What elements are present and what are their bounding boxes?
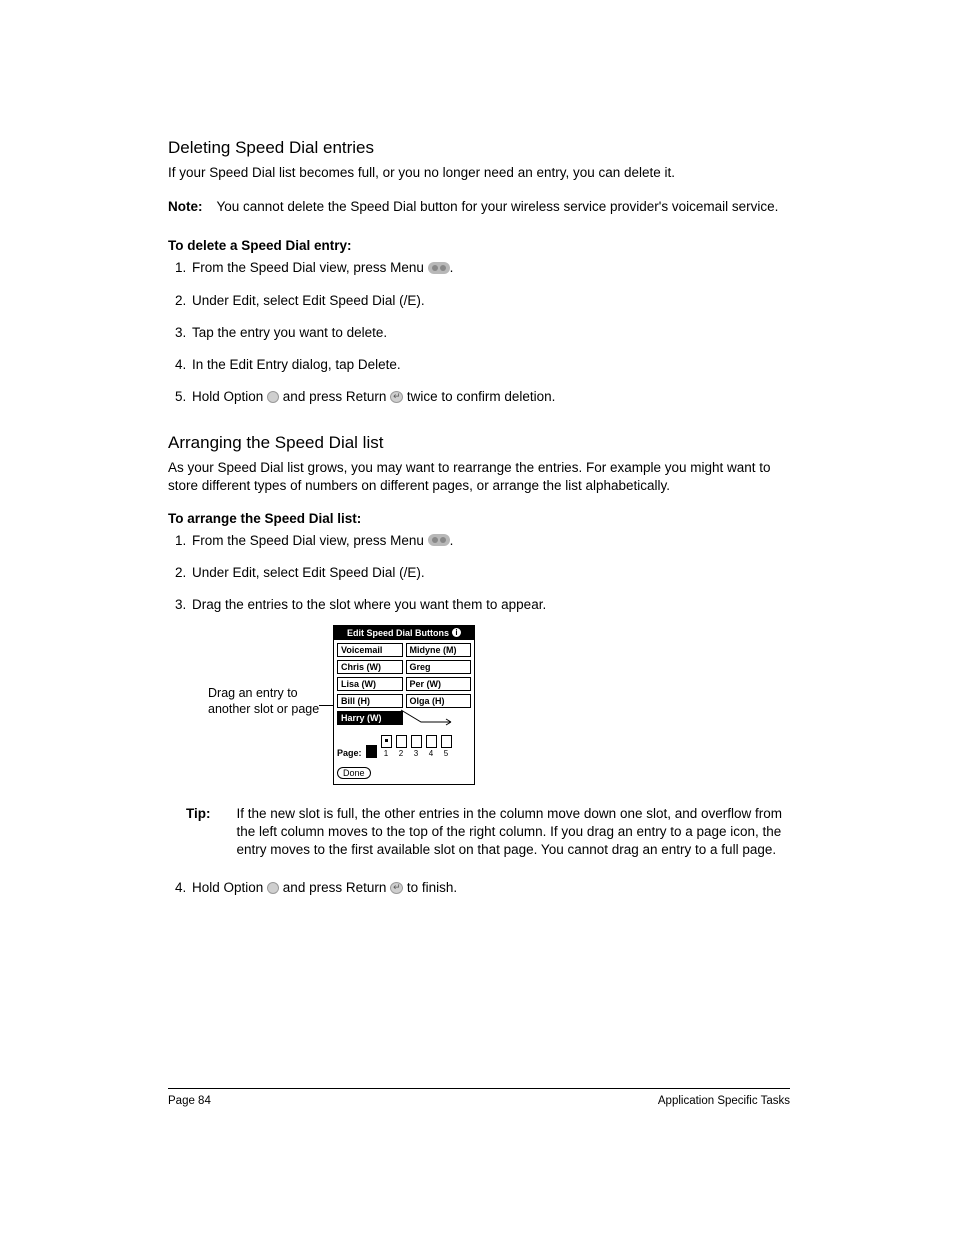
tip-block: Tip: If the new slot is full, the other … <box>186 805 790 860</box>
arr-step-4-text-b: and press Return <box>279 880 390 895</box>
section-title-arranging: Arranging the Speed Dial list <box>168 433 790 453</box>
step-5-text-a: Hold Option <box>192 389 267 404</box>
page-box-3 <box>411 735 422 748</box>
page-footer: Page 84 Application Specific Tasks <box>168 1088 790 1107</box>
menu-icon <box>428 262 450 274</box>
speed-dial-cell: Lisa (W) <box>337 677 403 691</box>
tip-label: Tip: <box>186 805 211 860</box>
arr-step-1-text-b: . <box>450 533 454 548</box>
option-icon <box>267 882 279 894</box>
note-block: Note: You cannot delete the Speed Dial b… <box>168 198 790 216</box>
section-title-deleting: Deleting Speed Dial entries <box>168 138 790 158</box>
page-box-5 <box>441 735 452 748</box>
return-icon <box>390 391 403 403</box>
done-button: Done <box>337 767 371 779</box>
page-box-2 <box>396 735 407 748</box>
arr-step-1-text-a: From the Speed Dial view, press Menu <box>192 533 428 548</box>
steps-delete: From the Speed Dial view, press Menu . U… <box>168 259 790 406</box>
speed-dial-cell: Olga (H) <box>406 694 472 708</box>
step-2: Under Edit, select Edit Speed Dial (/E). <box>190 292 790 310</box>
step-3: Tap the entry you want to delete. <box>190 324 790 342</box>
step-5-text-c: twice to confirm deletion. <box>403 389 555 404</box>
speed-dial-cell: Greg <box>406 660 472 674</box>
menu-icon <box>428 534 450 546</box>
device-screenshot: Edit Speed Dial Buttons i Voicemail Midy… <box>333 625 475 785</box>
step-1: From the Speed Dial view, press Menu . <box>190 259 790 277</box>
page-num: 2 <box>399 749 403 758</box>
page-num: 4 <box>429 749 433 758</box>
device-grid: Voicemail Midyne (M) Chris (W) Greg Lisa… <box>334 640 474 731</box>
page-label: Page: <box>337 748 362 758</box>
arr-step-4-text-a: Hold Option <box>192 880 267 895</box>
figure-callout: Drag an entry to another slot or page <box>208 625 323 718</box>
arr-step-4: Hold Option and press Return to finish. <box>190 879 790 897</box>
subheading-arrange: To arrange the Speed Dial list: <box>168 511 790 526</box>
page-content: Deleting Speed Dial entries If your Spee… <box>168 138 790 920</box>
note-text: You cannot delete the Speed Dial button … <box>217 198 791 216</box>
step-1-text-a: From the Speed Dial view, press Menu <box>192 260 428 275</box>
page-num: 3 <box>414 749 418 758</box>
return-icon <box>390 882 403 894</box>
page-box-1 <box>381 735 392 748</box>
section-intro-deleting: If your Speed Dial list becomes full, or… <box>168 164 790 182</box>
step-4: In the Edit Entry dialog, tap Delete. <box>190 356 790 374</box>
arr-step-4-text-c: to finish. <box>403 880 457 895</box>
subheading-delete: To delete a Speed Dial entry: <box>168 238 790 253</box>
step-5-text-b: and press Return <box>279 389 390 404</box>
steps-arrange-cont: Hold Option and press Return to finish. <box>168 879 790 897</box>
speed-dial-cell: Per (W) <box>406 677 472 691</box>
device-done-row: Done <box>334 760 474 784</box>
device-title-bar: Edit Speed Dial Buttons i <box>334 626 474 640</box>
page-num: 5 <box>444 749 448 758</box>
steps-arrange: From the Speed Dial view, press Menu . U… <box>168 532 790 615</box>
step-1-text-b: . <box>450 260 454 275</box>
callout-line <box>319 705 333 706</box>
speed-dial-cell: Chris (W) <box>337 660 403 674</box>
arr-step-3: Drag the entries to the slot where you w… <box>190 596 790 614</box>
speed-dial-cell: Voicemail <box>337 643 403 657</box>
page-box-4 <box>426 735 437 748</box>
step-5: Hold Option and press Return twice to co… <box>190 388 790 406</box>
note-label: Note: <box>168 198 203 216</box>
option-icon <box>267 391 279 403</box>
section-intro-arranging: As your Speed Dial list grows, you may w… <box>168 459 790 495</box>
speed-dial-cell: Midyne (M) <box>406 643 472 657</box>
device-title-text: Edit Speed Dial Buttons <box>347 628 449 638</box>
arr-step-1: From the Speed Dial view, press Menu . <box>190 532 790 550</box>
speed-dial-cell: Bill (H) <box>337 694 403 708</box>
speed-dial-cell-selected: Harry (W) <box>337 711 403 725</box>
device-page-selector: Page: 1 2 3 4 5 <box>334 731 474 760</box>
arr-step-2: Under Edit, select Edit Speed Dial (/E). <box>190 564 790 582</box>
info-icon: i <box>452 628 461 637</box>
figure-callout-text: Drag an entry to another slot or page <box>208 686 319 716</box>
footer-page-number: Page 84 <box>168 1095 211 1107</box>
page-num: 1 <box>384 749 388 758</box>
tip-text: If the new slot is full, the other entri… <box>237 805 791 860</box>
drag-arrow <box>406 711 471 725</box>
page-list-icon <box>366 745 377 758</box>
figure-edit-speed-dial: Drag an entry to another slot or page Ed… <box>208 625 790 785</box>
footer-section-name: Application Specific Tasks <box>658 1095 790 1107</box>
